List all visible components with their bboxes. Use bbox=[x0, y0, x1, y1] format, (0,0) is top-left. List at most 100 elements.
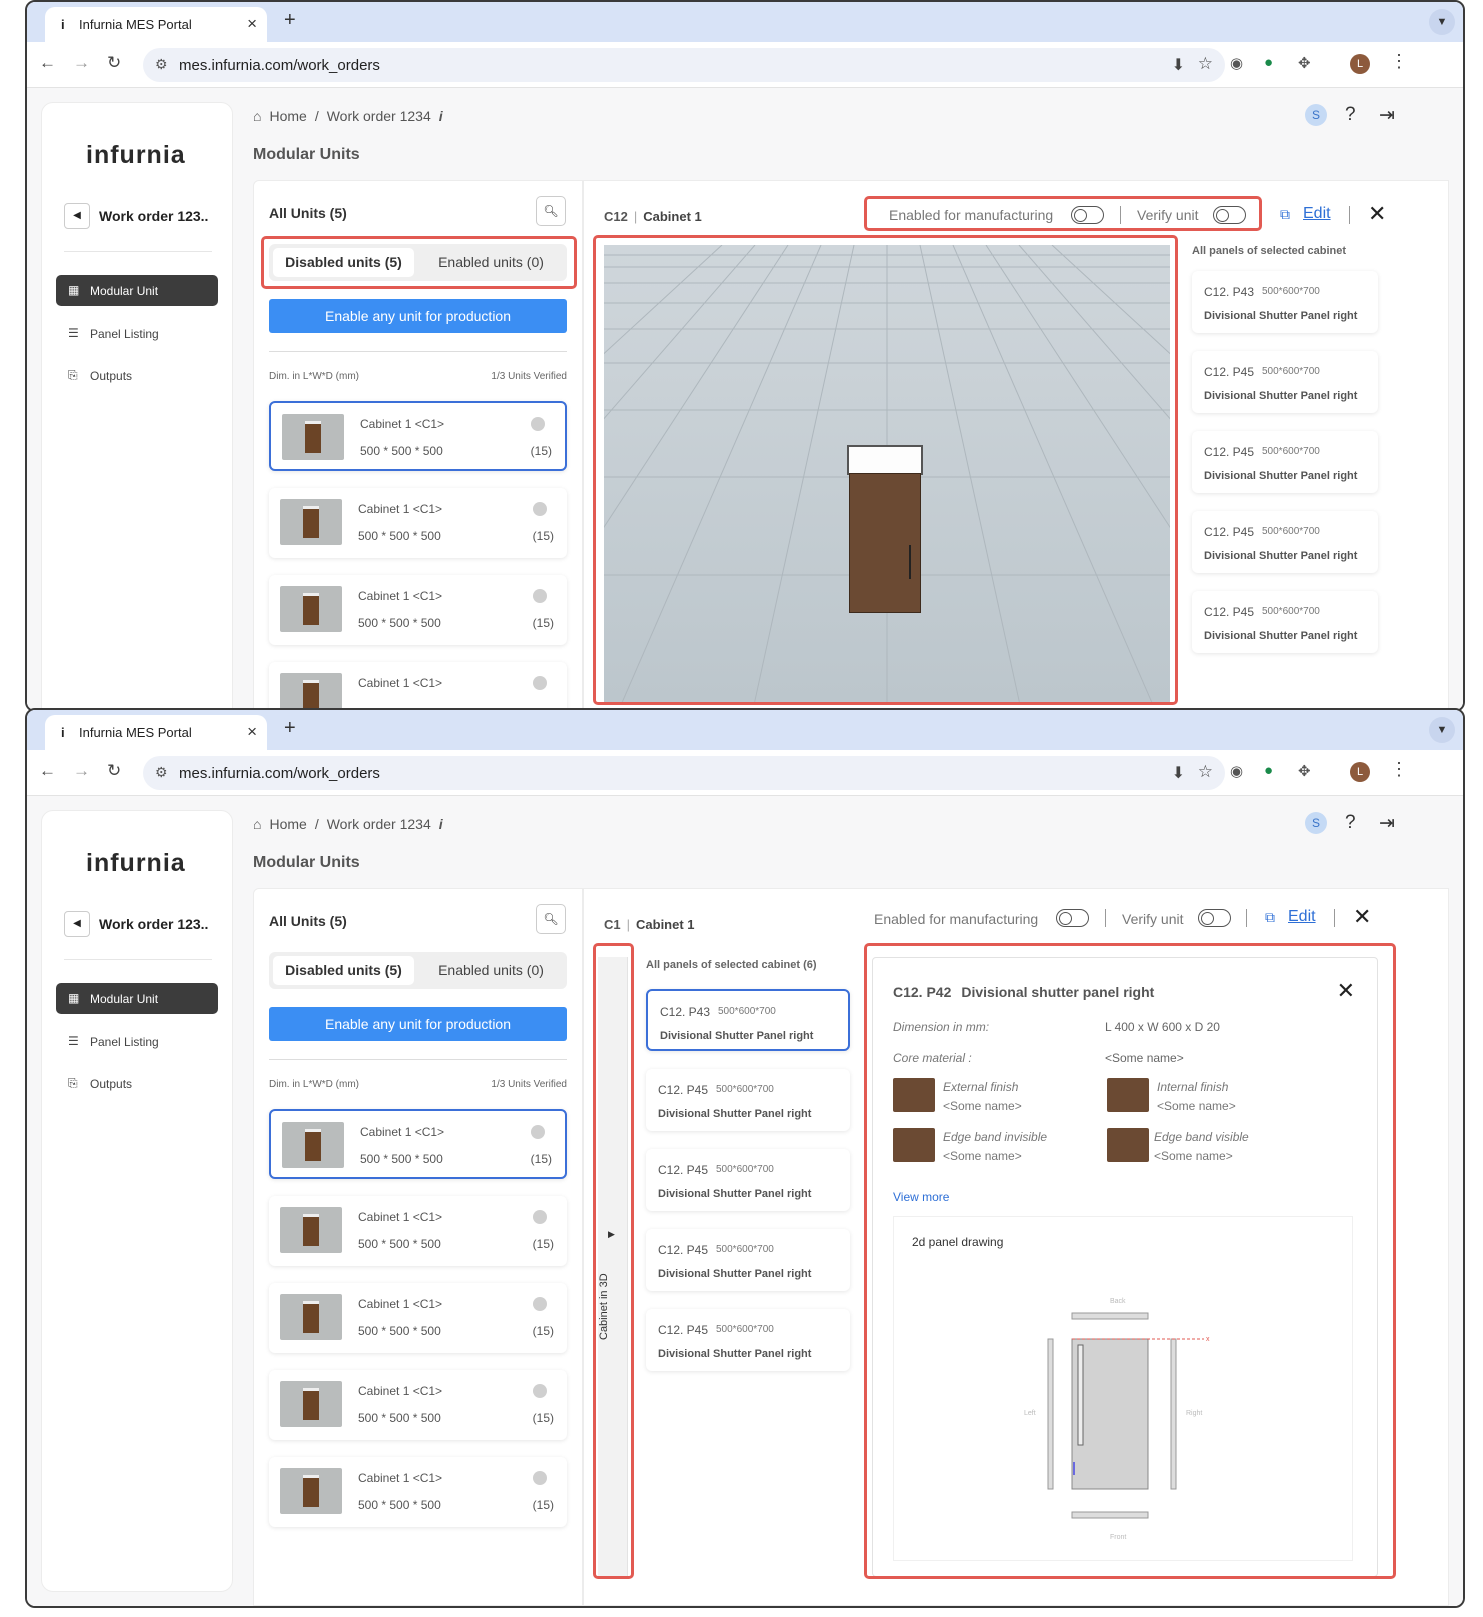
reload-icon[interactable]: ↻ bbox=[107, 53, 121, 73]
back-caret-icon[interactable]: ◀ bbox=[64, 911, 90, 937]
browser-tab[interactable]: i Infurnia MES Portal × bbox=[45, 715, 267, 750]
unit-count: (15) bbox=[530, 444, 552, 458]
install-app-icon[interactable]: ⬇ bbox=[1172, 763, 1185, 783]
extensions-puzzle-icon[interactable]: ✥ bbox=[1298, 762, 1311, 780]
new-tab-icon[interactable]: + bbox=[284, 9, 296, 32]
tab-favicon-icon: i bbox=[61, 17, 65, 32]
unit-dims: 500 * 500 * 500 bbox=[358, 529, 441, 543]
extensions-puzzle-icon[interactable]: ✥ bbox=[1298, 54, 1311, 72]
search-icon[interactable]: 🔍︎ bbox=[536, 904, 566, 934]
status-dot-icon bbox=[533, 589, 547, 603]
bookmark-star-icon[interactable]: ☆ bbox=[1198, 762, 1213, 782]
panel-card[interactable]: C12. P45 500*600*700 Divisional Shutter … bbox=[646, 1309, 850, 1371]
verified-count: 1/3 Units Verified bbox=[491, 1079, 567, 1090]
breadcrumb-home[interactable]: Home bbox=[269, 816, 306, 832]
tab-search-chevron-icon[interactable]: ▼ bbox=[1429, 717, 1455, 743]
forward-arrow-icon[interactable]: → bbox=[73, 53, 90, 73]
home-icon[interactable]: ⌂ bbox=[253, 108, 261, 124]
user-avatar[interactable]: S bbox=[1305, 104, 1327, 126]
tab-search-chevron-icon[interactable]: ▼ bbox=[1429, 9, 1455, 35]
external-link-icon[interactable]: ⧉ bbox=[1265, 909, 1275, 926]
breadcrumb-home[interactable]: Home bbox=[269, 108, 306, 124]
sidebar-item-panel-listing[interactable]: ☰ Panel Listing bbox=[56, 1026, 218, 1057]
edit-link[interactable]: Edit bbox=[1288, 908, 1316, 926]
sidebar-item-panel-listing[interactable]: ☰ Panel Listing bbox=[56, 318, 218, 349]
enable-unit-button[interactable]: Enable any unit for production bbox=[269, 299, 567, 333]
panel-card[interactable]: C12. P43 500*600*700 Divisional Shutter … bbox=[646, 989, 850, 1051]
sidebar-item-label: Modular Unit bbox=[90, 284, 159, 298]
panel-dims: 500*600*700 bbox=[1262, 606, 1320, 617]
unit-card[interactable]: Cabinet 1 <C1> 500 * 500 * 500 (15) bbox=[269, 1196, 567, 1266]
back-arrow-icon[interactable]: ← bbox=[39, 761, 56, 781]
panel-card[interactable]: C12. P45 500*600*700 Divisional Shutter … bbox=[646, 1229, 850, 1291]
grammarly-extension-icon[interactable]: ● bbox=[1264, 54, 1273, 71]
tab-close-icon[interactable]: × bbox=[247, 722, 257, 742]
camera-extension-icon[interactable]: ◉ bbox=[1230, 54, 1243, 72]
unit-card[interactable]: Cabinet 1 <C1> 500 * 500 * 500 (15) bbox=[269, 1283, 567, 1353]
panel-card[interactable]: C12. P45 500*600*700 Divisional Shutter … bbox=[646, 1149, 850, 1211]
unit-card[interactable]: Cabinet 1 <C1> 500 * 500 * 500 (15) bbox=[269, 1109, 567, 1179]
all-units-title: All Units (5) bbox=[269, 913, 347, 929]
reload-icon[interactable]: ↻ bbox=[107, 761, 121, 781]
browser-menu-icon[interactable]: ⋮ bbox=[1390, 759, 1408, 780]
unit-card[interactable]: Cabinet 1 <C1> bbox=[269, 662, 567, 710]
camera-extension-icon[interactable]: ◉ bbox=[1230, 762, 1243, 780]
external-link-icon[interactable]: ⧉ bbox=[1280, 206, 1290, 223]
tab-disabled-units[interactable]: Disabled units (5) bbox=[273, 956, 414, 985]
unit-card[interactable]: Cabinet 1 <C1> 500 * 500 * 500 (15) bbox=[269, 575, 567, 645]
unit-card[interactable]: Cabinet 1 <C1> 500 * 500 * 500 (15) bbox=[269, 401, 567, 471]
help-icon[interactable]: ? bbox=[1345, 104, 1356, 126]
browser-menu-icon[interactable]: ⋮ bbox=[1390, 51, 1408, 72]
info-icon[interactable]: i bbox=[439, 108, 443, 124]
breadcrumb-work-order[interactable]: Work order 1234 bbox=[327, 816, 431, 832]
site-settings-icon[interactable]: ⚙ bbox=[155, 764, 168, 781]
sidebar-item-modular-unit[interactable]: ▦ Modular Unit bbox=[56, 275, 218, 306]
help-icon[interactable]: ? bbox=[1345, 812, 1356, 834]
unit-name: Cabinet 1 bbox=[636, 917, 695, 932]
new-tab-icon[interactable]: + bbox=[284, 717, 296, 740]
close-icon[interactable]: ✕ bbox=[1353, 904, 1371, 930]
sidebar-item-outputs[interactable]: ⎘ Outputs bbox=[56, 1068, 218, 1099]
panel-card[interactable]: C12. P45 500*600*700 Divisional Shutter … bbox=[1192, 511, 1378, 573]
close-icon[interactable]: ✕ bbox=[1368, 201, 1386, 227]
sidebar-item-label: Modular Unit bbox=[90, 992, 159, 1006]
sidebar-item-outputs[interactable]: ⎘ Outputs bbox=[56, 360, 218, 391]
address-bar[interactable]: ⚙ mes.infurnia.com/work_orders ⬇ ☆ bbox=[143, 756, 1225, 790]
grammarly-extension-icon[interactable]: ● bbox=[1264, 762, 1273, 779]
tab-close-icon[interactable]: × bbox=[247, 14, 257, 34]
tab-enabled-units[interactable]: Enabled units (0) bbox=[419, 956, 563, 985]
back-arrow-icon[interactable]: ← bbox=[39, 53, 56, 73]
site-settings-icon[interactable]: ⚙ bbox=[155, 56, 168, 73]
profile-avatar[interactable]: L bbox=[1350, 54, 1370, 74]
unit-card[interactable]: Cabinet 1 <C1> 500 * 500 * 500 (15) bbox=[269, 1457, 567, 1527]
units-panel: All Units (5) 🔍︎ Disabled units (5) Enab… bbox=[253, 180, 583, 710]
panel-card[interactable]: C12. P45 500*600*700 Divisional Shutter … bbox=[646, 1069, 850, 1131]
home-icon[interactable]: ⌂ bbox=[253, 816, 261, 832]
breadcrumb-work-order[interactable]: Work order 1234 bbox=[327, 108, 431, 124]
bookmark-star-icon[interactable]: ☆ bbox=[1198, 54, 1213, 74]
user-avatar[interactable]: S bbox=[1305, 812, 1327, 834]
logout-icon[interactable]: ⇥ bbox=[1379, 104, 1395, 127]
all-units-title: All Units (5) bbox=[269, 205, 347, 221]
profile-avatar[interactable]: L bbox=[1350, 762, 1370, 782]
enabled-for-manufacturing-toggle[interactable] bbox=[1056, 909, 1089, 927]
sidebar-item-modular-unit[interactable]: ▦ Modular Unit bbox=[56, 983, 218, 1014]
install-app-icon[interactable]: ⬇ bbox=[1172, 55, 1185, 75]
panel-card[interactable]: C12. P45 500*600*700 Divisional Shutter … bbox=[1192, 591, 1378, 653]
browser-tab[interactable]: i Infurnia MES Portal × bbox=[45, 7, 267, 42]
panel-card[interactable]: C12. P45 500*600*700 Divisional Shutter … bbox=[1192, 431, 1378, 493]
verify-unit-toggle[interactable] bbox=[1198, 909, 1231, 927]
unit-dims: 500 * 500 * 500 bbox=[358, 1498, 441, 1512]
enable-unit-button[interactable]: Enable any unit for production bbox=[269, 1007, 567, 1041]
edit-link[interactable]: Edit bbox=[1303, 205, 1331, 223]
unit-card[interactable]: Cabinet 1 <C1> 500 * 500 * 500 (15) bbox=[269, 488, 567, 558]
panel-card[interactable]: C12. P43 500*600*700 Divisional Shutter … bbox=[1192, 271, 1378, 333]
back-caret-icon[interactable]: ◀ bbox=[64, 203, 90, 229]
info-icon[interactable]: i bbox=[439, 816, 443, 832]
search-icon[interactable]: 🔍︎ bbox=[536, 196, 566, 226]
unit-card[interactable]: Cabinet 1 <C1> 500 * 500 * 500 (15) bbox=[269, 1370, 567, 1440]
address-bar[interactable]: ⚙ mes.infurnia.com/work_orders ⬇ ☆ bbox=[143, 48, 1225, 82]
logout-icon[interactable]: ⇥ bbox=[1379, 812, 1395, 835]
panel-card[interactable]: C12. P45 500*600*700 Divisional Shutter … bbox=[1192, 351, 1378, 413]
forward-arrow-icon[interactable]: → bbox=[73, 761, 90, 781]
